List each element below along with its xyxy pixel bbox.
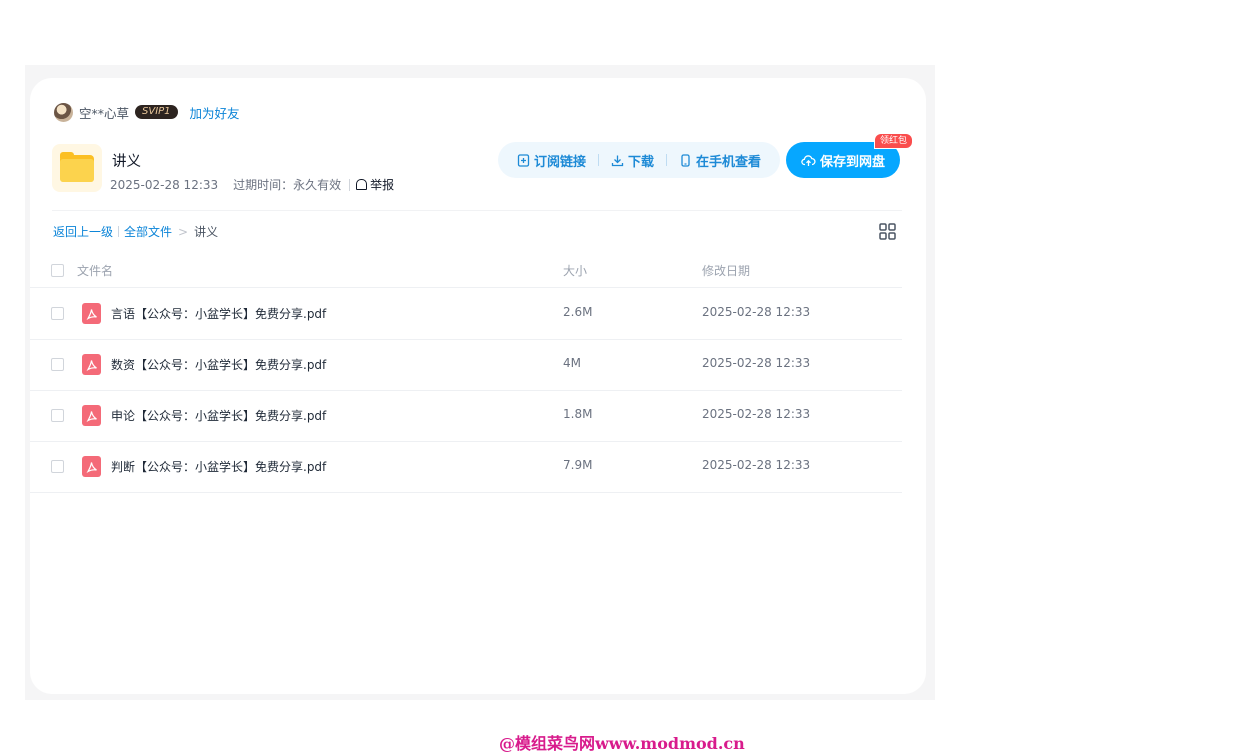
pdf-icon: [82, 354, 101, 375]
report-label: 举报: [370, 178, 395, 192]
action-group: 订阅链接 下载 在手机查看: [498, 142, 780, 178]
column-header-name[interactable]: 文件名: [77, 262, 113, 279]
share-card: 空**心草 SVIP1 加为好友 讲义 2025-02-28 12:33 过期时…: [30, 78, 926, 694]
view-on-phone-button[interactable]: 在手机查看: [679, 151, 761, 170]
file-date: 2025-02-28 12:33: [702, 356, 811, 370]
table-row[interactable]: 数资【公众号：小盆学长】免费分享.pdf 4M 2025-02-28 12:33: [30, 339, 902, 391]
report-link[interactable]: 举报: [356, 176, 394, 193]
table-row[interactable]: 申论【公众号：小盆学长】免费分享.pdf 1.8M 2025-02-28 12:…: [30, 390, 902, 442]
divider: [52, 210, 902, 211]
table-row[interactable]: 言语【公众号：小盆学长】免费分享.pdf 2.6M 2025-02-28 12:…: [30, 288, 902, 340]
grid-view-icon[interactable]: [879, 223, 896, 240]
add-friend-link[interactable]: 加为好友: [190, 103, 240, 122]
download-label: 下载: [627, 154, 654, 170]
file-size: 2.6M: [563, 305, 593, 319]
breadcrumb-back[interactable]: 返回上一级: [53, 223, 113, 240]
user-row: 空**心草 SVIP1 加为好友: [54, 102, 240, 122]
breadcrumb-all-files[interactable]: 全部文件: [124, 223, 172, 240]
column-header-size[interactable]: 大小: [563, 262, 587, 279]
file-date: 2025-02-28 12:33: [702, 305, 811, 319]
row-checkbox[interactable]: [51, 460, 64, 473]
breadcrumb-separator: >: [178, 224, 189, 239]
select-all-checkbox[interactable]: [51, 264, 64, 277]
share-meta: 2025-02-28 12:33 过期时间：永久有效 举报: [110, 176, 394, 193]
phone-label: 在手机查看: [696, 154, 762, 170]
report-icon: [356, 179, 368, 190]
subscribe-icon: [517, 153, 530, 167]
cloud-upload-icon: [801, 154, 816, 166]
file-size: 1.8M: [563, 407, 593, 421]
file-name[interactable]: 言语【公众号：小盆学长】免费分享.pdf: [111, 305, 326, 322]
folder-icon: [52, 144, 102, 192]
subscribe-label: 订阅链接: [533, 154, 586, 170]
subscribe-link-button[interactable]: 订阅链接: [517, 151, 586, 170]
pdf-icon: [82, 405, 101, 426]
row-checkbox[interactable]: [51, 358, 64, 371]
row-checkbox[interactable]: [51, 409, 64, 422]
column-header-date[interactable]: 修改日期: [702, 262, 750, 279]
download-icon: [611, 155, 624, 166]
table-row[interactable]: 判断【公众号：小盆学长】免费分享.pdf 7.9M 2025-02-28 12:…: [30, 441, 902, 493]
file-date: 2025-02-28 12:33: [702, 407, 811, 421]
file-name[interactable]: 申论【公众号：小盆学长】免费分享.pdf: [111, 407, 326, 424]
username[interactable]: 空**心草: [79, 103, 129, 122]
red-packet-badge[interactable]: 领红包: [874, 133, 914, 149]
avatar[interactable]: [54, 102, 73, 122]
breadcrumb-current: 讲义: [194, 225, 219, 239]
file-name[interactable]: 判断【公众号：小盆学长】免费分享.pdf: [111, 458, 326, 475]
watermark: @模组菜鸟网www.modmod.cn: [499, 734, 745, 753]
row-checkbox[interactable]: [51, 307, 64, 320]
pdf-icon: [82, 303, 101, 324]
share-expiry: 过期时间：永久有效: [233, 178, 342, 192]
share-date: 2025-02-28 12:33: [110, 177, 219, 192]
pdf-icon: [82, 456, 101, 477]
file-name[interactable]: 数资【公众号：小盆学长】免费分享.pdf: [111, 356, 326, 373]
file-size: 4M: [563, 356, 581, 370]
breadcrumb: 返回上一级 全部文件 > 讲义: [53, 223, 218, 240]
save-label: 保存到网盘: [819, 154, 885, 170]
file-size: 7.9M: [563, 458, 593, 472]
share-title: 讲义: [112, 154, 141, 170]
file-date: 2025-02-28 12:33: [702, 458, 811, 472]
vip-badge: SVIP1: [135, 105, 178, 119]
download-button[interactable]: 下载: [611, 151, 654, 170]
phone-icon: [681, 153, 690, 167]
